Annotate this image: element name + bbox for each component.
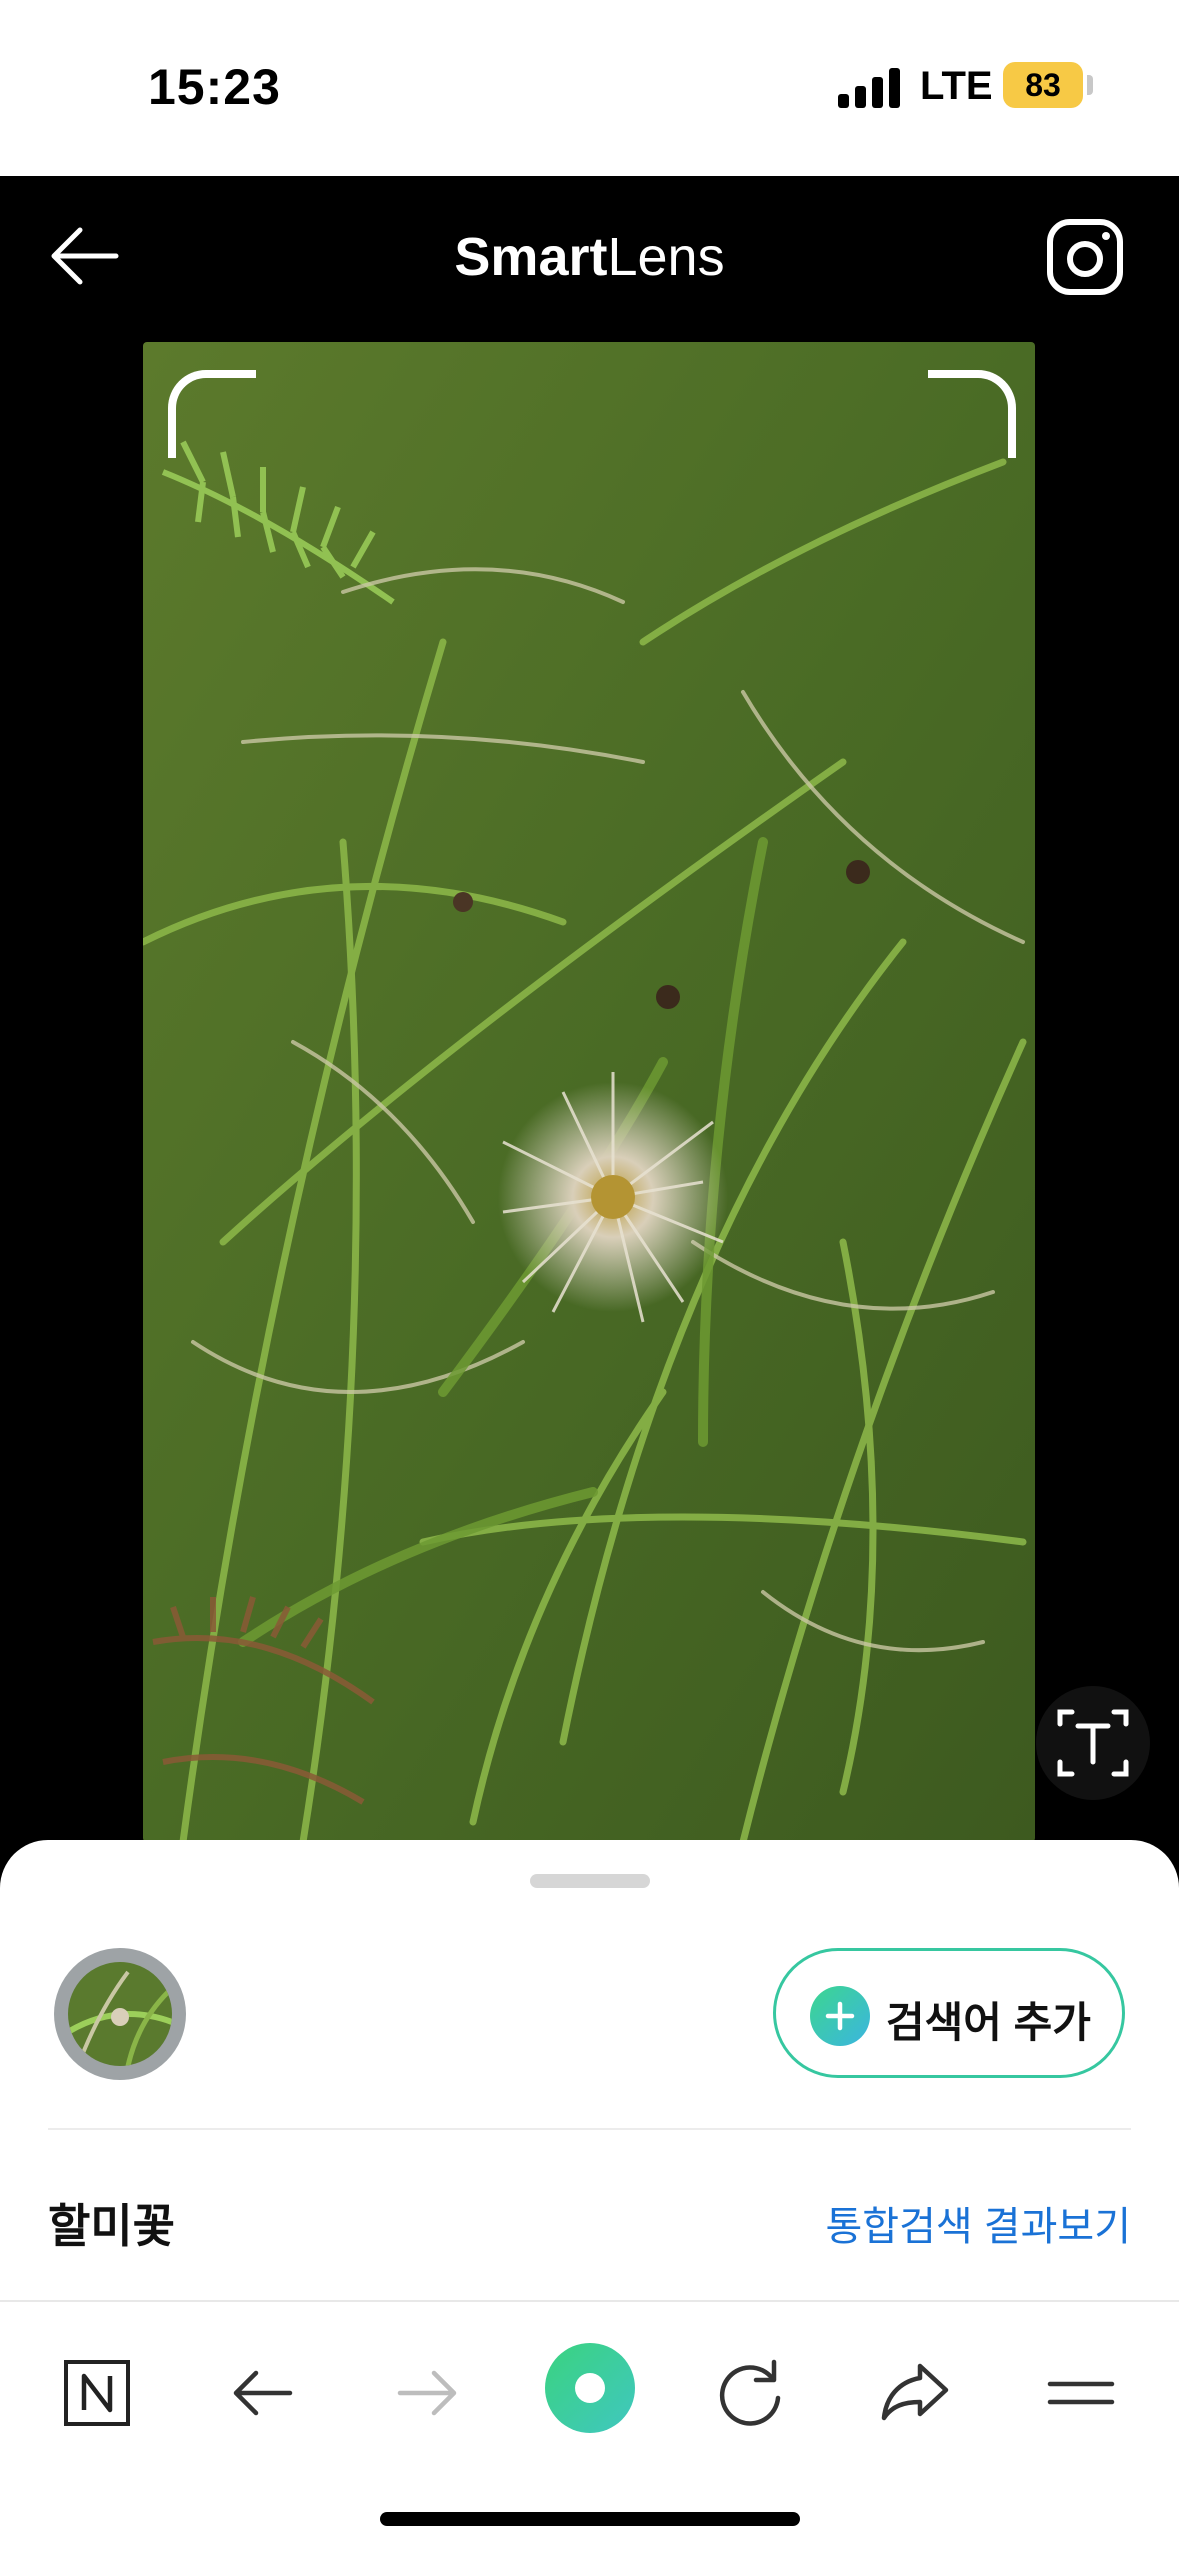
add-keyword-label: 검색어 추가 (886, 1999, 1091, 2046)
add-keyword-button[interactable]: 검색어 추가 (773, 1948, 1125, 2078)
frame-corner-top-right (928, 370, 1016, 458)
menu-button[interactable] (1036, 2348, 1126, 2438)
camera-icon (1047, 219, 1123, 295)
text-search-button[interactable] (1036, 1686, 1150, 1800)
title-light: Lens (607, 227, 725, 287)
sheet-divider (48, 2128, 1131, 2130)
home-indicator[interactable] (380, 2512, 800, 2526)
menu-icon (1047, 2381, 1115, 2405)
frame-corner-top-left (168, 370, 256, 458)
signal-icon (838, 66, 902, 108)
green-dot-icon (545, 2343, 635, 2433)
captured-photo (143, 342, 1035, 1842)
text-scan-icon (1057, 1709, 1129, 1777)
integrated-search-link[interactable]: 통합검색 결과보기 (825, 2194, 1131, 2252)
thumbnail-image (68, 1962, 172, 2066)
battery-level: 83 (1025, 67, 1061, 103)
title-bold: Smart (454, 227, 608, 287)
refresh-button[interactable] (706, 2348, 796, 2438)
share-button[interactable] (870, 2348, 960, 2438)
network-label: LTE (920, 64, 993, 108)
results-sheet: 검색어 추가 할미꽃 통합검색 결과보기 (0, 1840, 1179, 2300)
naver-home-button[interactable] (52, 2348, 142, 2438)
captured-thumbnail[interactable] (54, 1948, 186, 2080)
status-bar: 15:23 LTE 83 (0, 0, 1179, 176)
camera-button[interactable] (1040, 212, 1130, 302)
app-title: SmartLens (0, 226, 1179, 288)
refresh-icon (719, 2359, 781, 2426)
green-dot-button[interactable] (544, 2342, 636, 2434)
share-icon (881, 2363, 949, 2421)
browser-back-button[interactable] (218, 2348, 308, 2438)
battery-icon: 83 (1003, 62, 1083, 108)
forward-arrow-icon (397, 2370, 457, 2416)
battery-cap (1087, 75, 1093, 95)
browser-forward-button[interactable] (382, 2348, 472, 2438)
plus-icon (810, 1986, 870, 2046)
camera-viewfinder (143, 342, 1035, 1842)
sheet-handle[interactable] (530, 1874, 650, 1888)
smartlens-header: SmartLens (0, 176, 1179, 336)
result-title: 할미꽃 (48, 2200, 175, 2252)
status-time: 15:23 (148, 59, 281, 115)
naver-n-icon (64, 2360, 130, 2426)
back-arrow-icon (233, 2370, 293, 2416)
